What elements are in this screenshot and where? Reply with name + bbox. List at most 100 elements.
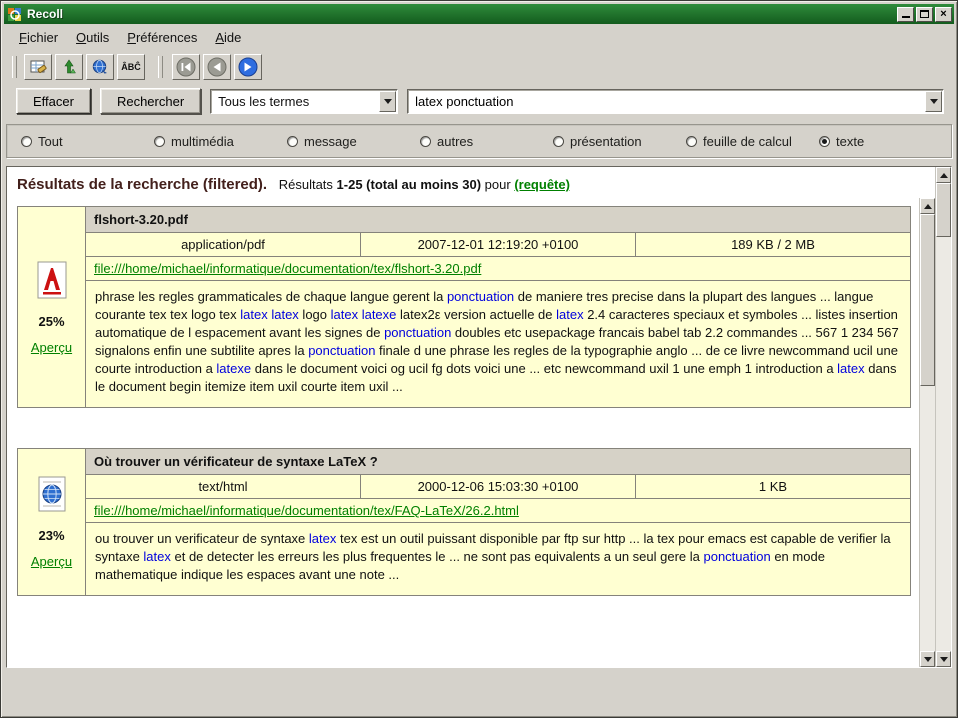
query-history-dropdown-button[interactable] <box>925 91 942 112</box>
first-page-button[interactable] <box>172 54 200 80</box>
result-url-link[interactable]: file:///home/michael/informatique/docume… <box>94 261 481 276</box>
result-list-scrollbar[interactable] <box>919 198 935 667</box>
radio-icon <box>553 136 564 147</box>
minimize-button[interactable] <box>897 7 914 22</box>
scroll-up-button[interactable] <box>920 198 935 214</box>
recoll-app-icon[interactable] <box>7 7 22 22</box>
result-metadata: text/html 2000-12-06 15:03:30 +0100 1 KB <box>86 475 910 499</box>
results-area: Résultats de la recherche (filtered). Ré… <box>6 166 952 668</box>
scroll-down-button[interactable] <box>920 651 935 667</box>
term-explorer-button[interactable]: ÂBĈ <box>117 54 145 80</box>
toolbar-grip[interactable] <box>12 56 17 78</box>
result-snippet: phrase les regles grammaticales de chaqu… <box>86 281 910 407</box>
highlighted-term: latex <box>556 307 583 322</box>
result-side-panel: 23% Aperçu <box>18 449 86 595</box>
result-date: 2007-12-01 12:19:20 +0100 <box>360 233 635 256</box>
scrollbar-thumb[interactable] <box>936 183 951 237</box>
result-mime: application/pdf <box>86 233 360 256</box>
results-title: Résultats de la recherche (filtered). <box>17 176 267 193</box>
window-frame: Recoll × Fichier Outils Préférences Aide <box>0 0 958 718</box>
scroll-up-icon <box>924 204 932 209</box>
result-url-link[interactable]: file:///home/michael/informatique/docume… <box>94 503 519 518</box>
radio-icon <box>686 136 697 147</box>
menu-aide[interactable]: Aide <box>206 26 250 49</box>
filter-radio-message[interactable]: message <box>287 134 420 149</box>
search-button[interactable]: Rechercher <box>100 88 201 114</box>
scroll-down-button[interactable] <box>936 651 951 667</box>
radio-icon <box>287 136 298 147</box>
radio-icon <box>21 136 32 147</box>
previous-page-button[interactable] <box>203 54 231 80</box>
highlighted-term: latex <box>143 549 170 564</box>
results-summary-label: Résultats <box>279 177 333 192</box>
filter-radio-feuille-de-calcul[interactable]: feuille de calcul <box>686 134 819 149</box>
clear-search-button[interactable]: Effacer <box>16 88 91 114</box>
search-mode-value: Tous les termes <box>213 94 379 109</box>
highlighted-term: latex <box>837 361 864 376</box>
clear-table-button[interactable] <box>24 54 52 80</box>
result-item: 23% Aperçu Où trouver un vérificateur de… <box>17 448 911 596</box>
search-mode-dropdown-button[interactable] <box>379 91 396 112</box>
category-filter-bar: Tout multimédia message autres présentat… <box>6 124 952 158</box>
highlighted-term: latex latex <box>240 307 299 322</box>
pdf-icon <box>35 260 69 303</box>
statusbar <box>4 668 954 714</box>
query-combo <box>407 89 944 114</box>
update-index-icon <box>60 58 78 76</box>
highlighted-term: latex latexe <box>331 307 397 322</box>
toolbar: ÂBĈ <box>4 50 954 84</box>
radio-icon <box>420 136 431 147</box>
result-size: 189 KB / 2 MB <box>635 233 910 256</box>
result-size: 1 KB <box>635 475 910 498</box>
toolbar-grip-2[interactable] <box>158 56 163 78</box>
filter-radio-multimedia[interactable]: multimédia <box>154 134 287 149</box>
radio-icon <box>819 136 830 147</box>
filter-radio-tout[interactable]: Tout <box>21 134 154 149</box>
filter-radio-presentation[interactable]: présentation <box>553 134 686 149</box>
chevron-down-icon <box>930 99 938 104</box>
menu-fichier[interactable]: Fichier <box>10 26 67 49</box>
maximize-button[interactable] <box>916 7 933 22</box>
query-globe-button[interactable] <box>86 54 114 80</box>
search-row: Effacer Rechercher Tous les termes <box>4 84 954 118</box>
close-button[interactable]: × <box>935 7 952 22</box>
filter-radio-autres[interactable]: autres <box>420 134 553 149</box>
next-page-icon <box>238 57 258 77</box>
result-metadata: application/pdf 2007-12-01 12:19:20 +010… <box>86 233 910 257</box>
scrollbar-track[interactable] <box>936 183 951 651</box>
result-item: 25% Aperçu flshort-3.20.pdf application/… <box>17 206 911 408</box>
scroll-up-button[interactable] <box>936 167 951 183</box>
query-details-link[interactable]: (requête) <box>514 177 570 192</box>
filter-label: multimédia <box>171 134 234 149</box>
maximize-icon <box>920 10 929 18</box>
preview-link[interactable]: Aperçu <box>31 554 72 569</box>
scroll-down-icon <box>924 657 932 662</box>
menubar: Fichier Outils Préférences Aide <box>4 24 954 50</box>
results-pour: pour <box>485 177 511 192</box>
chevron-down-icon <box>384 99 392 104</box>
titlebar[interactable]: Recoll × <box>4 4 954 24</box>
next-page-button[interactable] <box>234 54 262 80</box>
result-date: 2000-12-06 15:03:30 +0100 <box>360 475 635 498</box>
highlighted-term: latex <box>309 531 336 546</box>
scrollbar-track[interactable] <box>920 214 935 651</box>
preview-link[interactable]: Aperçu <box>31 340 72 355</box>
highlighted-term: ponctuation <box>703 549 770 564</box>
results-summary: Résultats 1-25 (total au moins 30) pour … <box>279 177 570 192</box>
results-pane-scrollbar[interactable] <box>935 167 951 667</box>
radio-icon <box>154 136 165 147</box>
relevance-percent: 25% <box>38 314 64 329</box>
menu-outils[interactable]: Outils <box>67 26 118 49</box>
result-title: Où trouver un vérificateur de syntaxe La… <box>86 449 910 475</box>
menu-preferences[interactable]: Préférences <box>118 26 206 49</box>
result-list: 25% Aperçu flshort-3.20.pdf application/… <box>7 198 919 667</box>
update-index-button[interactable] <box>55 54 83 80</box>
filter-radio-texte[interactable]: texte <box>819 134 864 149</box>
search-mode-select[interactable]: Tous les termes <box>210 89 398 114</box>
result-snippet: ou trouver un verificateur de syntaxe la… <box>86 523 910 595</box>
scrollbar-thumb[interactable] <box>920 214 935 386</box>
results-range: 1-25 (total au moins 30) <box>337 177 481 192</box>
previous-page-icon <box>207 57 227 77</box>
query-input[interactable] <box>410 94 925 109</box>
filter-label: feuille de calcul <box>703 134 792 149</box>
